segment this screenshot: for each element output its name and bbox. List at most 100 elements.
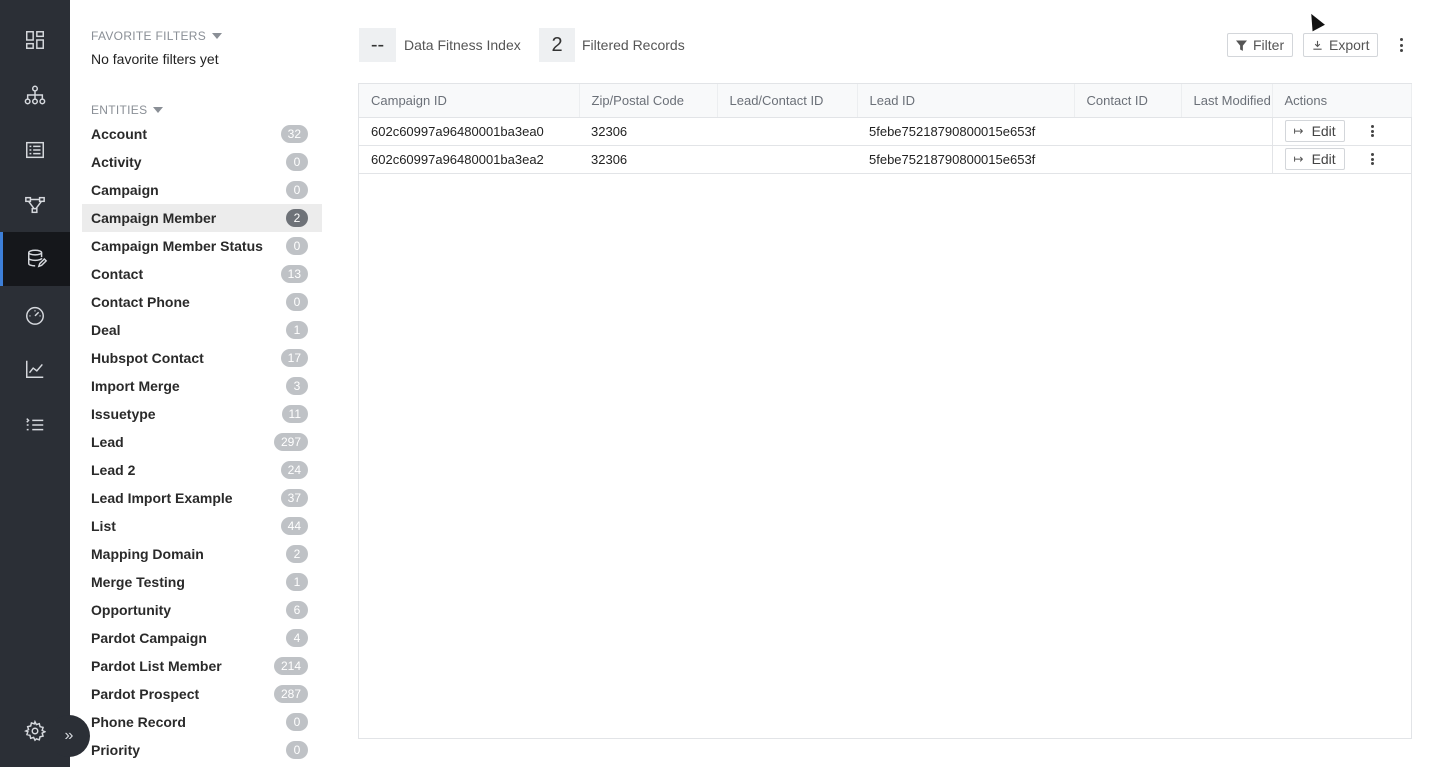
entity-item[interactable]: Mapping Domain 2 (82, 540, 322, 568)
entity-name: Phone Record (91, 714, 186, 730)
filter-icon (1236, 39, 1247, 51)
entity-count-badge: 0 (286, 713, 308, 731)
entity-item[interactable]: Pardot Prospect 287 (82, 680, 322, 708)
entity-item[interactable]: Account 32 (82, 120, 322, 148)
entity-item[interactable]: Hubspot Contact 17 (82, 344, 322, 372)
edit-button[interactable]: ↦ Edit (1284, 120, 1345, 142)
edit-button[interactable]: ↦ Edit (1284, 148, 1345, 170)
entity-sidebar: FAVORITE FILTERS No favorite filters yet… (70, 0, 335, 767)
entity-count-badge: 37 (280, 489, 308, 507)
table-body: 602c60997a96480001ba3ea0 32306 5febe752187… (359, 117, 1411, 174)
dot (1399, 49, 1403, 52)
entity-name: Contact (91, 266, 144, 282)
entity-item[interactable]: Campaign 0 (82, 176, 322, 204)
entity-name: Import Merge (91, 378, 180, 394)
column-header-last-modified[interactable]: Last Modified (1181, 84, 1273, 118)
entity-list: Account 32 Activity 0 Campaign 0 Campaign Memb… (82, 120, 322, 764)
row-more-options-button[interactable] (1369, 153, 1377, 165)
entity-item[interactable]: Phone Record 0 (82, 708, 322, 736)
lead-id-cell: 5febe75218790800015e653f (857, 117, 1074, 146)
entity-name: Contact Phone (91, 294, 190, 310)
dot (1371, 134, 1375, 137)
workflow-nav-item[interactable] (0, 178, 70, 232)
more-options-button[interactable] (1395, 37, 1407, 53)
entity-name: Pardot Campaign (91, 630, 207, 646)
entity-item[interactable]: Lead 297 (82, 428, 322, 456)
entity-name: Account (91, 126, 147, 142)
table-row[interactable]: 602c60997a96480001ba3ea2 32306 5febe752187… (359, 145, 1411, 174)
filter-button[interactable]: Filter (1227, 33, 1294, 57)
row-more-options-button[interactable] (1369, 125, 1377, 137)
list-view-icon (26, 141, 44, 159)
entity-item[interactable]: Campaign Member Status 0 (82, 232, 322, 260)
entity-item[interactable]: Import Merge 3 (82, 372, 322, 400)
line-chart-icon (26, 360, 44, 378)
entity-count-badge: 6 (286, 601, 308, 619)
entity-count-badge: 1 (286, 321, 308, 339)
icon-rail (0, 0, 70, 767)
entity-count-badge: 214 (273, 657, 308, 675)
entity-name: Lead (91, 434, 124, 450)
column-header-lead-id[interactable]: Lead ID (857, 84, 1075, 118)
column-header-campaign-id[interactable]: Campaign ID (359, 84, 580, 118)
entities-toggle[interactable]: ENTITIES (91, 103, 164, 117)
analytics-nav-item[interactable] (0, 342, 70, 396)
entity-count-badge: 297 (273, 433, 308, 451)
entity-count-badge: 287 (273, 685, 308, 703)
speedometer-nav-item[interactable] (0, 288, 70, 342)
entity-item[interactable]: Lead 2 24 (82, 456, 322, 484)
entity-count-badge: 17 (280, 349, 308, 367)
favorite-filters-title: FAVORITE FILTERS (91, 29, 207, 43)
column-header-lead-contact-id[interactable]: Lead/Contact ID (717, 84, 858, 118)
entity-item[interactable]: Priority 0 (82, 736, 322, 764)
table-header-row: Campaign ID Zip/Postal Code Lead/Contact… (359, 84, 1412, 118)
entity-count-badge: 24 (280, 461, 308, 479)
fitness-index-label: Data Fitness Index (404, 37, 521, 53)
database-edit-icon (27, 249, 47, 268)
download-icon (1313, 40, 1322, 50)
entity-item[interactable]: Pardot Campaign 4 (82, 624, 322, 652)
entity-name: Lead Import Example (91, 490, 233, 506)
edit-arrow-icon: ↦ (1293, 124, 1304, 138)
favorite-filters-toggle[interactable]: FAVORITE FILTERS (91, 29, 223, 43)
fitness-index-value: -- (359, 28, 396, 62)
column-header-contact-id[interactable]: Contact ID (1074, 84, 1182, 118)
entity-count-badge: 0 (286, 741, 308, 759)
entity-name: Activity (91, 154, 142, 170)
entity-item[interactable]: Contact 13 (82, 260, 322, 288)
data-nav-item[interactable] (0, 232, 70, 286)
entities-title: ENTITIES (91, 103, 148, 117)
entity-item[interactable]: Pardot List Member 214 (82, 652, 322, 680)
filtered-records-count: 2 (539, 28, 575, 62)
entity-count-badge: 1 (286, 573, 308, 591)
dot (1371, 125, 1375, 128)
lead-id-cell: 5febe75218790800015e653f (857, 145, 1074, 174)
filter-button-label: Filter (1253, 37, 1285, 53)
list-view-nav-item[interactable] (0, 123, 70, 177)
entity-count-badge: 3 (286, 377, 308, 395)
dashboard-nav-item[interactable] (0, 13, 70, 67)
entity-item[interactable]: Merge Testing 1 (82, 568, 322, 596)
campaign-id-cell: 602c60997a96480001ba3ea0 (359, 117, 579, 146)
dot (1371, 129, 1375, 133)
hierarchy-icon (24, 85, 46, 105)
entity-item[interactable]: Deal 1 (82, 316, 322, 344)
tasks-nav-item[interactable] (0, 398, 70, 452)
entity-item[interactable]: Lead Import Example 37 (82, 484, 322, 512)
column-header-zip[interactable]: Zip/Postal Code (579, 84, 718, 118)
actions-cell: ↦ Edit (1271, 117, 1411, 146)
hierarchy-nav-item[interactable] (0, 68, 70, 122)
entity-item[interactable]: Contact Phone 0 (82, 288, 322, 316)
entity-count-badge: 32 (280, 125, 308, 143)
entity-item[interactable]: Issuetype 11 (82, 400, 322, 428)
entity-item[interactable]: Activity 0 (82, 148, 322, 176)
contact-id-cell (1074, 117, 1181, 146)
export-button[interactable]: Export (1303, 33, 1379, 57)
table-row[interactable]: 602c60997a96480001ba3ea0 32306 5febe752187… (359, 117, 1411, 146)
entity-item[interactable]: Opportunity 6 (82, 596, 322, 624)
speedometer-icon (26, 306, 44, 325)
entity-item[interactable]: Campaign Member 2 (82, 204, 322, 232)
entity-item[interactable]: List 44 (82, 512, 322, 540)
edit-arrow-icon: ↦ (1293, 152, 1304, 166)
last-modified-cell (1181, 117, 1272, 146)
